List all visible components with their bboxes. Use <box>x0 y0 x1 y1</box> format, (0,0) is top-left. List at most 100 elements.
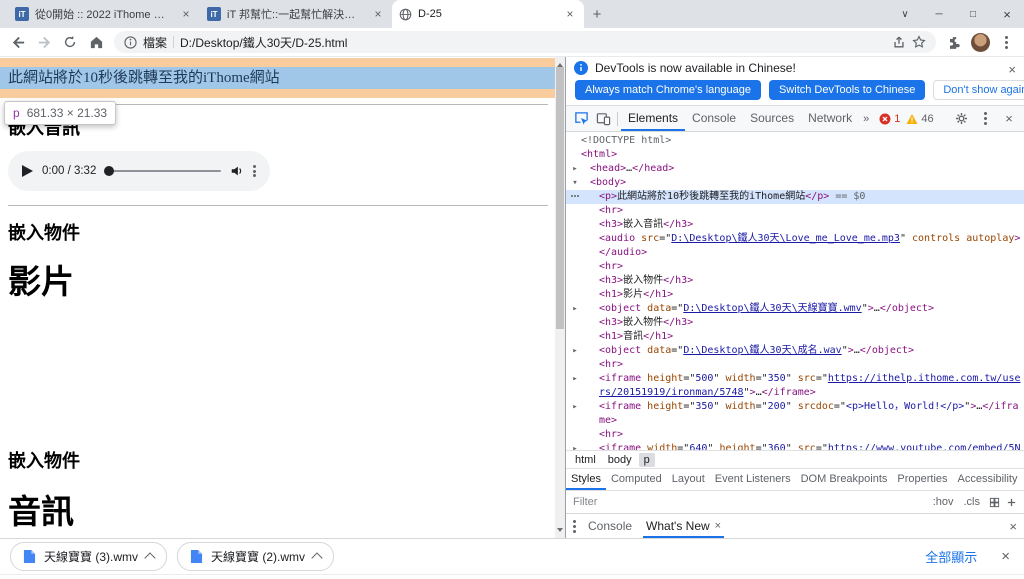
back-button[interactable] <box>6 30 30 54</box>
breadcrumb-item-p[interactable]: p <box>638 452 655 467</box>
disclosure-arrow-icon[interactable]: ▸ <box>569 302 581 316</box>
window-close-button[interactable]: × <box>990 0 1024 28</box>
sidebar-tab-dom-breakpoints[interactable]: DOM Breakpoints <box>796 469 893 490</box>
scroll-up-icon[interactable] <box>557 60 563 67</box>
device-toolbar-icon[interactable] <box>592 108 614 130</box>
inspect-icon[interactable] <box>570 108 592 130</box>
forward-button[interactable] <box>32 30 56 54</box>
extensions-icon[interactable] <box>942 30 966 54</box>
dom-tree-line[interactable]: ▸ <iframe height="500" width="350" src="h… <box>566 372 1024 400</box>
notice-button[interactable]: Always match Chrome's language <box>575 80 761 100</box>
disclosure-arrow-icon[interactable]: ▸ <box>569 372 581 386</box>
settings-icon[interactable] <box>950 108 972 130</box>
audio-seek-slider[interactable] <box>104 166 221 176</box>
sidebar-tab-event-listeners[interactable]: Event Listeners <box>710 469 796 490</box>
play-button[interactable] <box>22 165 33 177</box>
drawer-close-icon[interactable]: × <box>1009 519 1017 534</box>
scroll-down-icon[interactable] <box>557 528 563 535</box>
dom-tree-line[interactable]: <audio src="D:\Desktop\鐵人30天\Love_me_Lov… <box>566 232 1024 246</box>
drawer-tab-close-icon[interactable]: × <box>715 520 721 532</box>
drawer-menu-icon[interactable] <box>573 519 576 533</box>
dom-tree-line[interactable]: ▸ <iframe height="350" width="200" srcdoc… <box>566 400 1024 428</box>
disclosure-arrow-icon[interactable]: ▸ <box>569 442 581 450</box>
bookmark-star-icon[interactable] <box>912 35 926 49</box>
share-icon[interactable] <box>892 35 906 49</box>
disclosure-arrow-icon[interactable]: ▾ <box>569 176 581 190</box>
maximize-button[interactable]: □ <box>956 0 990 28</box>
sidebar-tab-accessibility[interactable]: Accessibility <box>953 469 1023 490</box>
tab-search-icon[interactable]: ∨ <box>888 0 922 28</box>
notice-button[interactable]: Don't show again <box>933 80 1024 100</box>
browser-tab[interactable]: iT iT 邦幫忙::一起幫忙解決難題... × <box>200 0 392 28</box>
dom-tree-line[interactable]: <h3>嵌入物件</h3> <box>566 316 1024 330</box>
breadcrumb-item-html[interactable]: html <box>570 453 601 467</box>
scrollbar-thumb[interactable] <box>556 67 564 329</box>
notice-close-icon[interactable]: × <box>1008 62 1016 77</box>
more-tabs-icon[interactable]: » <box>859 113 873 125</box>
disclosure-arrow-icon[interactable]: ▸ <box>569 400 581 414</box>
volume-icon[interactable] <box>230 164 244 178</box>
show-all-downloads[interactable]: 全部顯示 <box>925 547 977 566</box>
drawer-tab-what's-new[interactable]: What's New × <box>643 514 724 538</box>
pseudo-state-toggle[interactable]: .cls <box>961 496 984 508</box>
dom-tree-line[interactable]: </audio> <box>566 246 1024 260</box>
devtools-menu-icon[interactable] <box>974 108 996 130</box>
dom-tree-line[interactable]: <hr> <box>566 204 1024 218</box>
audio-player[interactable]: 0:00 / 3:32 <box>8 151 270 191</box>
download-item[interactable]: 天線寶寶 (3).wmv <box>10 542 167 571</box>
sidebar-tab-layout[interactable]: Layout <box>667 469 710 490</box>
browser-menu-icon[interactable] <box>994 30 1018 54</box>
devtools-tab-elements[interactable]: Elements <box>621 106 685 131</box>
browser-tab[interactable]: iT 從0開始 :: 2022 iThome 鐵人賽 × <box>8 0 200 28</box>
dom-tree-line[interactable]: <html> <box>566 148 1024 162</box>
download-expand-icon[interactable] <box>144 552 156 564</box>
notice-button[interactable]: Switch DevTools to Chinese <box>768 80 926 100</box>
new-style-rule-icon[interactable] <box>1006 497 1017 508</box>
sidebar-tab-computed[interactable]: Computed <box>606 469 667 490</box>
devtools-close-icon[interactable]: × <box>998 108 1020 130</box>
dom-tree-line[interactable]: <p>此網站將於10秒後跳轉至我的iThome網站</p> == $0 <box>566 190 1024 204</box>
dom-tree-line[interactable]: <h1>影片</h1> <box>566 288 1024 302</box>
tab-close-icon[interactable]: × <box>563 7 577 21</box>
seek-thumb[interactable] <box>104 166 115 176</box>
dom-tree-line[interactable]: <h1>音訊</h1> <box>566 330 1024 344</box>
breadcrumb-item-body[interactable]: body <box>603 453 637 467</box>
address-url[interactable]: D:/Desktop/鐵人30天/D-25.html <box>180 34 886 51</box>
dom-tree-line[interactable]: <h3>嵌入音訊</h3> <box>566 218 1024 232</box>
sidebar-tab-properties[interactable]: Properties <box>892 469 952 490</box>
dom-tree-line[interactable]: ▸ <object data="D:\Desktop\鐵人30天\天線寶寶.wmv… <box>566 302 1024 316</box>
error-badge[interactable]: 1 <box>879 113 900 125</box>
minimize-button[interactable]: ─ <box>922 0 956 28</box>
profile-avatar[interactable] <box>968 30 992 54</box>
dom-tree-line[interactable]: ▸ <iframe width="640" height="360" src="h… <box>566 442 1024 450</box>
line-actions-icon[interactable] <box>569 190 581 204</box>
warning-badge[interactable]: 46 <box>906 113 934 125</box>
download-item[interactable]: 天線寶寶 (2).wmv <box>177 542 334 571</box>
audio-menu-icon[interactable] <box>253 165 256 177</box>
dom-tree-line[interactable]: <hr> <box>566 358 1024 372</box>
dom-tree-line[interactable]: <!DOCTYPE html> <box>566 134 1024 148</box>
devtools-tab-network[interactable]: Network <box>801 106 859 131</box>
refresh-button[interactable] <box>58 30 82 54</box>
home-button[interactable] <box>84 30 108 54</box>
filter-input[interactable]: Filter <box>573 496 924 508</box>
download-expand-icon[interactable] <box>311 552 323 564</box>
downloads-close-icon[interactable]: × <box>1001 548 1010 565</box>
dom-tree-line[interactable]: ▸ <head>…</head> <box>566 162 1024 176</box>
pseudo-state-toggle[interactable]: :hov <box>930 496 957 508</box>
drawer-tab-console[interactable]: Console <box>585 514 635 538</box>
disclosure-arrow-icon[interactable]: ▸ <box>569 344 581 358</box>
dom-tree-line[interactable]: <hr> <box>566 428 1024 442</box>
new-tab-button[interactable]: + <box>584 2 610 26</box>
dom-tree-line[interactable]: ▸ <object data="D:\Desktop\鐵人30天\成名.wav">… <box>566 344 1024 358</box>
devtools-tab-console[interactable]: Console <box>685 106 743 131</box>
dom-tree-line[interactable]: ▾ <body> <box>566 176 1024 190</box>
dom-tree-line[interactable]: <h3>嵌入物件</h3> <box>566 274 1024 288</box>
page-info-icon[interactable] <box>124 35 137 49</box>
devtools-tab-sources[interactable]: Sources <box>743 106 801 131</box>
disclosure-arrow-icon[interactable]: ▸ <box>569 162 581 176</box>
page-scrollbar[interactable] <box>555 57 565 538</box>
browser-tab[interactable]: D-25 × <box>392 0 584 28</box>
tab-close-icon[interactable]: × <box>371 7 385 21</box>
sidebar-tab-styles[interactable]: Styles <box>566 469 606 490</box>
